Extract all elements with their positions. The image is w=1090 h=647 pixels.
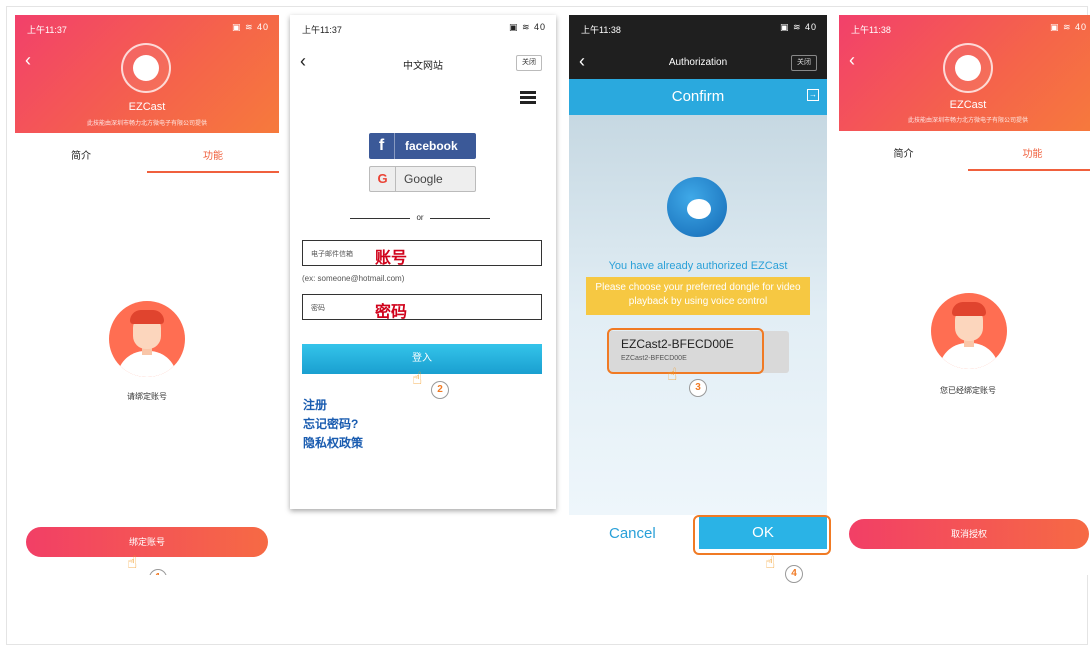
- exit-icon[interactable]: →: [807, 89, 819, 101]
- facebook-label: facebook: [405, 139, 458, 153]
- step-number: 1: [149, 569, 167, 575]
- back-icon[interactable]: ‹: [25, 51, 31, 69]
- tab-intro[interactable]: 简介: [15, 141, 147, 173]
- bound-status: 您已经绑定账号: [940, 386, 996, 395]
- status-bar: 上午11:38 ▣ ≋ 40: [569, 15, 827, 37]
- revoke-authorization-button[interactable]: 取消授权: [849, 519, 1089, 549]
- step-number: 3: [689, 379, 707, 397]
- pointer-hand-icon: ☝: [667, 365, 678, 384]
- status-time: 上午11:38: [851, 25, 891, 35]
- facebook-login-button[interactable]: f facebook: [369, 133, 476, 159]
- auth-top-bar: 上午11:38 ▣ ≋ 40 ‹ Authorization 关闭: [569, 15, 827, 79]
- tutorial-frame: 上午11:37 ▣ ≋ 40 ‹ EZCast 此技能由深圳市畅力北方微电子有限…: [6, 6, 1090, 645]
- forgot-password-link[interactable]: 忘记密码?: [303, 415, 358, 432]
- email-placeholder: 电子邮件信箱: [311, 251, 353, 258]
- tab-features[interactable]: 功能: [968, 139, 1090, 171]
- ezcast-logo-icon: [667, 177, 727, 237]
- close-button[interactable]: 关闭: [516, 55, 542, 71]
- screen-login: 上午11:37 ▣ ≋ 40 ‹ 中文网站 关闭 f facebook G Go…: [290, 15, 556, 509]
- tab-bar: 简介 功能: [15, 141, 279, 173]
- app-header: 上午11:37 ▣ ≋ 40 ‹ EZCast 此技能由深圳市畅力北方微电子有限…: [15, 15, 279, 133]
- avatar-icon: [109, 301, 185, 377]
- status-time: 上午11:38: [581, 25, 621, 35]
- tab-intro[interactable]: 简介: [839, 139, 968, 171]
- google-icon: G: [370, 167, 396, 191]
- login-top-bar: 上午11:37 ▣ ≋ 40 ‹ 中文网站 关闭: [290, 15, 556, 79]
- email-annotation: 账号: [375, 250, 408, 267]
- status-icons: ▣ ≋ 40: [231, 22, 269, 32]
- status-icons: ▣ ≋ 40: [1049, 22, 1087, 32]
- email-field[interactable]: 电子邮件信箱 账号: [302, 240, 542, 267]
- confirm-title: Confirm: [671, 88, 725, 105]
- app-header: 上午11:38 ▣ ≋ 40 ‹ EZCast 此技能由深圳市畅力北方微电子有限…: [839, 15, 1090, 131]
- authorized-message: You have already authorized EZCast: [608, 260, 788, 272]
- page-title: Authorization: [668, 57, 728, 68]
- app-subtitle: 此技能由深圳市畅力北方微电子有限公司提供: [86, 121, 207, 127]
- bind-account-button[interactable]: 绑定账号: [26, 527, 268, 557]
- password-field[interactable]: 密码 密码: [302, 294, 542, 321]
- app-name: EZCast: [949, 99, 987, 111]
- status-icons: ▣ ≋ 40: [508, 22, 546, 32]
- confirm-bar: Confirm →: [569, 79, 827, 115]
- status-icons: ▣ ≋ 40: [779, 22, 817, 32]
- pointer-hand-icon: ☝: [412, 369, 423, 388]
- tab-underline: [147, 171, 279, 173]
- tab-underline: [968, 169, 1090, 171]
- password-placeholder: 密码: [311, 305, 325, 312]
- screen-authorization: 上午11:38 ▣ ≋ 40 ‹ Authorization 关闭 Confir…: [569, 15, 827, 551]
- app-subtitle: 此技能由深圳市畅力北方微电子有限公司提供: [907, 118, 1028, 124]
- facebook-icon: f: [369, 133, 395, 159]
- password-annotation: 密码: [375, 304, 408, 321]
- ezcast-logo-icon: [943, 43, 993, 93]
- status-bar: 上午11:37 ▣ ≋ 40: [15, 15, 279, 37]
- screen-bound: 上午11:38 ▣ ≋ 40 ‹ EZCast 此技能由深圳市畅力北方微电子有限…: [839, 15, 1090, 575]
- or-divider: or: [350, 213, 490, 222]
- status-bar: 上午11:38 ▣ ≋ 40: [839, 15, 1090, 37]
- step-number: 2: [431, 381, 449, 399]
- status-bar: 上午11:37 ▣ ≋ 40: [290, 15, 556, 37]
- hamburger-menu-icon[interactable]: [520, 91, 536, 105]
- status-time: 上午11:37: [27, 25, 67, 35]
- tab-features[interactable]: 功能: [147, 141, 279, 173]
- register-link[interactable]: 注册: [303, 396, 327, 413]
- auth-body: You have already authorized EZCast Pleas…: [569, 115, 827, 515]
- pointer-hand-icon: ☝: [127, 553, 138, 572]
- tab-bar: 简介 功能: [839, 139, 1090, 171]
- cancel-button[interactable]: Cancel: [609, 525, 656, 542]
- back-icon[interactable]: ‹: [849, 51, 855, 69]
- email-hint: (ex: someone@hotmail.com): [302, 274, 405, 283]
- status-time: 上午11:37: [302, 25, 342, 35]
- google-label: Google: [404, 172, 443, 186]
- step-number-4: 4: [785, 565, 803, 583]
- app-name: EZCast: [128, 101, 166, 113]
- highlight-box-ok: [693, 515, 831, 555]
- choose-dongle-notice: Please choose your preferred dongle for …: [586, 277, 810, 315]
- pointer-hand-icon: ☝: [765, 553, 776, 572]
- close-button[interactable]: 关闭: [791, 55, 817, 71]
- screen-bind-account: 上午11:37 ▣ ≋ 40 ‹ EZCast 此技能由深圳市畅力北方微电子有限…: [15, 15, 279, 575]
- google-login-button[interactable]: G Google: [369, 166, 476, 192]
- bind-prompt: 请绑定账号: [127, 392, 167, 401]
- highlight-box: [607, 328, 764, 374]
- avatar-icon: [931, 293, 1007, 369]
- privacy-policy-link[interactable]: 隐私权政策: [303, 434, 363, 451]
- ezcast-logo-icon: [121, 43, 171, 93]
